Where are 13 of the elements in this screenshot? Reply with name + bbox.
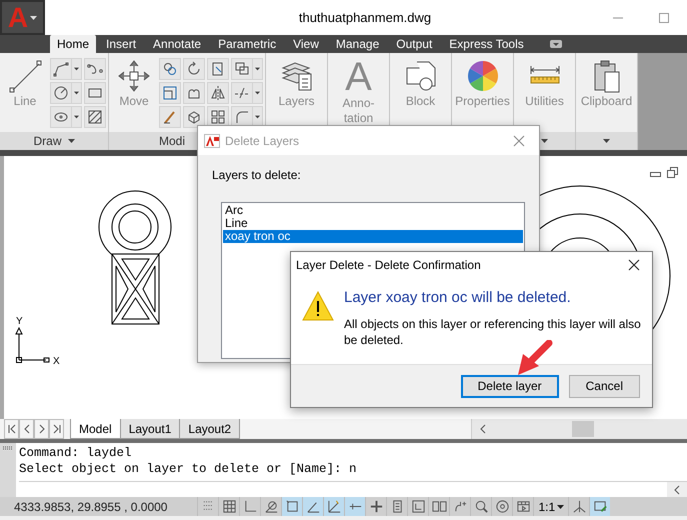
dialog-title: Layer Delete - Delete Confirmation [296, 258, 481, 272]
coordinates-readout: 4333.9853, 29.8955 , 0.0000 [13, 500, 168, 514]
window-title: thuthuatphanmem.dwg [298, 9, 432, 27]
axis-label: X [53, 356, 60, 367]
command-history-line: Select object on layer to delete or [Name]: n [19, 461, 358, 477]
dialog-message: All objects on this layer or referencing this layer will also be deleted. [344, 316, 642, 348]
axis-label: Y [16, 316, 23, 327]
field-label: Layers to delete: [212, 168, 302, 182]
annotation-glyph: A [345, 58, 372, 96]
panel-title: Modi [159, 134, 186, 148]
panel-title: Draw [33, 134, 62, 148]
command-history-line: Command: laydel [19, 445, 133, 461]
dialog-heading: Layer xoay tron oc will be deleted. [344, 289, 572, 306]
